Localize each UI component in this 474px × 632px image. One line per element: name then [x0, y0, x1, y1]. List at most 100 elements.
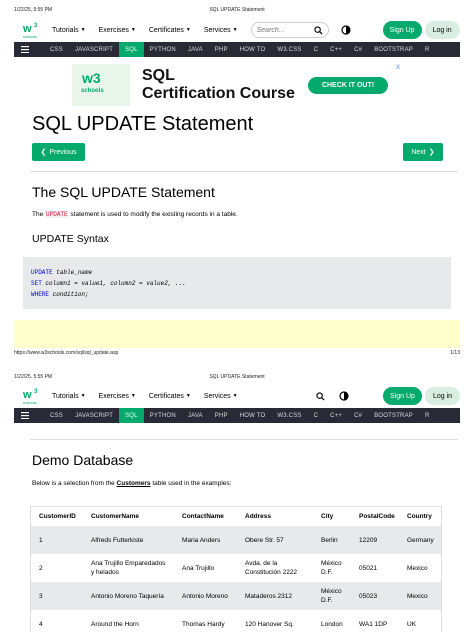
dark-mode-toggle[interactable]	[339, 23, 353, 37]
previous-button[interactable]: ❮ Previous	[32, 143, 85, 161]
search-icon[interactable]	[313, 25, 323, 35]
search-button[interactable]	[313, 389, 327, 403]
code-keyword: WHERE	[31, 291, 50, 298]
search-input[interactable]	[256, 26, 314, 34]
table-cell: 4	[39, 620, 43, 628]
table-cell: Mataderos 2312	[237, 582, 313, 610]
lang-cpp[interactable]: C++	[324, 42, 348, 57]
nav-services[interactable]: Services ▼	[204, 393, 238, 400]
code-line-2: SET column1 = value1, column2 = value2, …	[31, 278, 443, 289]
code-text: table_name	[52, 269, 93, 276]
lang-php[interactable]: PHP	[209, 42, 234, 57]
hamburger-menu-icon[interactable]	[14, 46, 36, 53]
lang-javascript[interactable]: JAVASCRIPT	[69, 42, 119, 57]
table-cell: Alfreds Futterkiste	[83, 526, 174, 554]
print-doc-title: SQL UPDATE Statement	[209, 374, 265, 380]
lang-c[interactable]: C	[308, 42, 325, 57]
w3schools-logo-icon: w 3 schools	[22, 389, 38, 405]
lang-sql[interactable]: SQL	[119, 408, 144, 423]
lang-bootstrap[interactable]: BOOTSTRAP	[368, 42, 419, 57]
table-cell: London	[321, 620, 343, 628]
divider	[30, 171, 458, 172]
lang-javascript[interactable]: JAVASCRIPT	[69, 408, 119, 423]
language-bar-2: CSS JAVASCRIPT SQL PYTHON JAVA PHP HOW T…	[14, 408, 460, 423]
table-cell: 3	[31, 582, 83, 610]
lang-sql[interactable]: SQL	[119, 42, 144, 57]
lang-howto[interactable]: HOW TO	[234, 408, 272, 423]
log-in-button[interactable]: Log in	[424, 21, 460, 39]
lang-c[interactable]: C	[308, 408, 325, 423]
print-header: 1/22/25, 5:55 PM SQL UPDATE Statement	[14, 7, 460, 15]
table-cell: Thomas Hardy	[182, 620, 225, 628]
nav-tutorials[interactable]: Tutorials ▼	[52, 27, 86, 34]
table-cell: Avda. de la Constitución 2222	[245, 560, 298, 576]
customers-link[interactable]: Customers	[117, 480, 151, 487]
ad-logo: w3 schools	[72, 64, 130, 106]
code-keyword: UPDATE	[31, 269, 53, 276]
lang-csharp[interactable]: C#	[348, 42, 368, 57]
w3schools-logo[interactable]: w 3 schools	[22, 386, 42, 406]
ad-logo-sub: schools	[81, 88, 104, 94]
search-icon	[315, 391, 325, 401]
code-line-1: UPDATE table_name	[31, 267, 443, 278]
table-row: 4 Around the Horn Thomas Hardy 120 Hanov…	[31, 610, 441, 632]
col-header-postalcode: PostalCode	[359, 513, 395, 520]
col-header-customerid: CustomerID	[39, 513, 76, 520]
nav-certificates[interactable]: Certificates ▼	[149, 27, 191, 34]
table-cell: Obere Str. 57	[237, 526, 313, 554]
log-in-button[interactable]: Log in	[425, 387, 460, 405]
col-header-customername: CustomerName	[91, 513, 140, 520]
lang-php[interactable]: PHP	[209, 408, 234, 423]
table-cell: Ana Trujillo Emparedados y helados	[91, 560, 166, 576]
print-doc-title: SQL UPDATE Statement	[209, 7, 265, 13]
search-field[interactable]	[250, 22, 329, 38]
lang-csharp[interactable]: C#	[348, 408, 368, 423]
table-cell: Germany	[399, 526, 441, 554]
lang-r[interactable]: R	[419, 408, 436, 423]
nav-services-label: Services	[203, 26, 231, 34]
dark-mode-toggle[interactable]	[337, 389, 351, 403]
lang-w3css[interactable]: W3.CSS	[271, 408, 307, 423]
nav-exercises[interactable]: Exercises ▼	[99, 393, 136, 400]
table-cell: Around the Horn	[91, 620, 139, 628]
sign-up-button[interactable]: Sign Up	[383, 387, 422, 405]
nav-certificates[interactable]: Certificates ▼	[149, 393, 191, 400]
table-cell: México D.F.	[321, 560, 342, 576]
nav-tutorials[interactable]: Tutorials ▼	[52, 393, 86, 400]
certification-ad-banner[interactable]: w3 schools SQL Certification Course CHEC…	[72, 64, 402, 106]
lang-css[interactable]: CSS	[36, 42, 69, 57]
next-button[interactable]: Next ❯	[403, 143, 443, 161]
table-row: 3 Antonio Moreno Taquería Antonio Moreno…	[31, 582, 441, 610]
table-cell: 1	[31, 526, 83, 554]
hamburger-menu-icon[interactable]	[14, 412, 36, 419]
lang-java[interactable]: JAVA	[182, 42, 209, 57]
table-cell: Mexico	[407, 564, 428, 572]
syntax-code-block: UPDATE table_name SET column1 = value1, …	[23, 257, 451, 309]
nav-certificates-label: Certificates	[148, 392, 184, 400]
chevron-left-icon: ❮	[40, 149, 47, 156]
lang-r[interactable]: R	[419, 42, 436, 57]
demo-database-title: Demo Database	[32, 452, 134, 468]
ad-close-icon[interactable]: X	[396, 65, 400, 71]
ad-check-it-out-button[interactable]: CHECK IT OUT!	[308, 77, 388, 94]
caret-down-icon: ▼	[80, 27, 86, 33]
lang-howto[interactable]: HOW TO	[234, 42, 272, 57]
lang-python[interactable]: PYTHON	[144, 408, 182, 423]
sign-up-button[interactable]: Sign Up	[382, 21, 422, 39]
page-title: SQL UPDATE Statement	[32, 113, 254, 135]
top-navbar: w 3 schools Tutorials ▼ Exercises ▼ Certif…	[14, 18, 460, 42]
lang-css[interactable]: CSS	[36, 408, 69, 423]
nav-exercises-label: Exercises	[98, 26, 129, 34]
lang-w3css[interactable]: W3.CSS	[271, 42, 307, 57]
demo-intro-paragraph: Below is a selection from the Customers …	[32, 480, 231, 487]
nav-exercises[interactable]: Exercises ▼	[99, 27, 136, 34]
lang-java[interactable]: JAVA	[182, 408, 209, 423]
lang-python[interactable]: PYTHON	[144, 42, 182, 57]
nav-services[interactable]: Services ▼	[204, 27, 238, 34]
table-cell: México D.F.	[313, 582, 351, 610]
lang-bootstrap[interactable]: BOOTSTRAP	[368, 408, 419, 423]
w3schools-logo[interactable]: w 3 schools	[22, 20, 42, 40]
lang-cpp[interactable]: C++	[324, 408, 348, 423]
table-header-row: CustomerID CustomerName ContactName Addr…	[31, 507, 441, 526]
code-text: column1 = value1, column2 = value2, ...	[41, 280, 186, 287]
